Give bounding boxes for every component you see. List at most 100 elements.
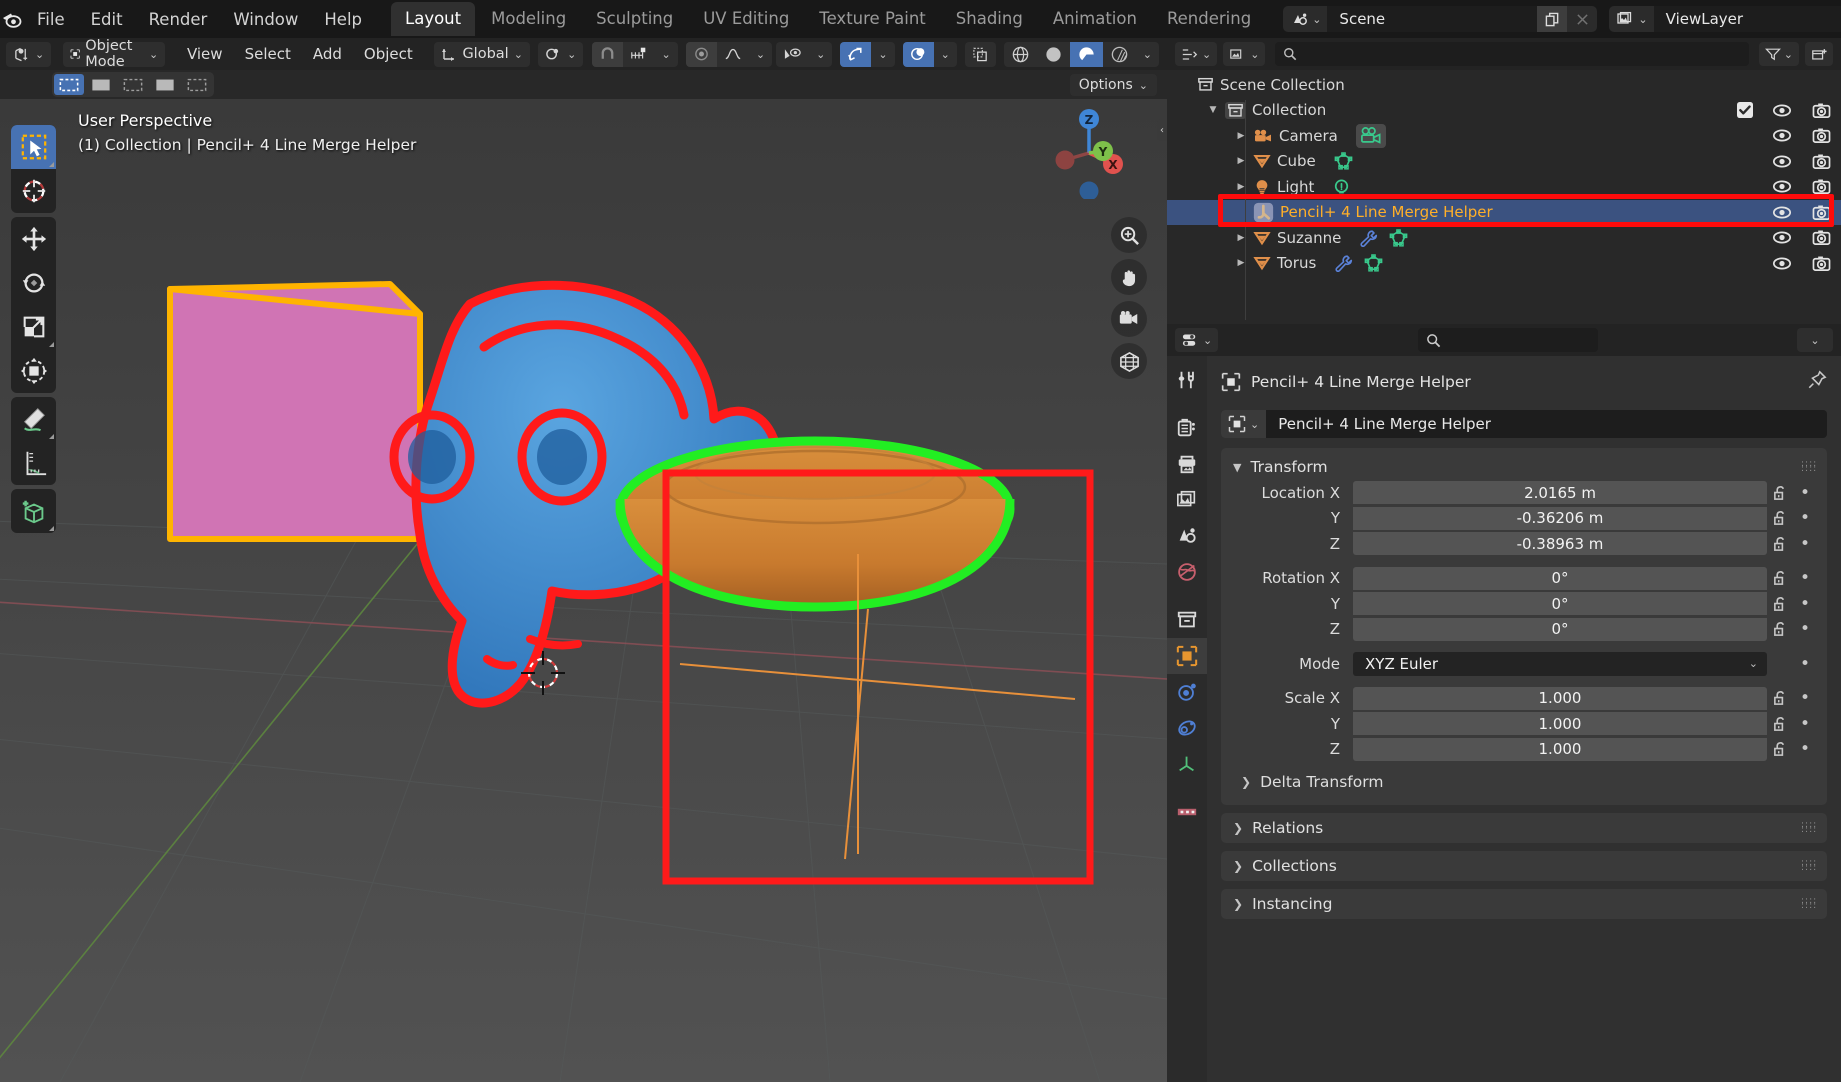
move-icon[interactable] xyxy=(11,217,56,261)
shading-rendered-icon[interactable] xyxy=(1103,42,1136,67)
properties-tab-constraints[interactable] xyxy=(1167,710,1207,746)
transform-row-value[interactable]: -0.36206 m xyxy=(1353,507,1767,530)
viewport-menu-select[interactable]: Select xyxy=(235,45,301,63)
properties-tab-viewlayer[interactable] xyxy=(1167,482,1207,518)
workspace-tab-animation[interactable]: Animation xyxy=(1039,2,1151,36)
transform-orientation-selector[interactable]: Global ⌄ xyxy=(434,42,529,67)
hide-in-viewport-toggle[interactable] xyxy=(1772,205,1792,220)
workspace-tab-texture-paint[interactable]: Texture Paint xyxy=(805,2,939,36)
workspace-tab-modeling[interactable]: Modeling xyxy=(477,2,580,36)
object-name-field[interactable]: ⌄ Pencil+ 4 Line Merge Helper xyxy=(1221,410,1827,438)
outliner-row-torus[interactable]: ▶Torus xyxy=(1167,251,1841,277)
workspace-tab-layout[interactable]: Layout xyxy=(391,2,475,36)
properties-tab-texture[interactable] xyxy=(1167,794,1207,830)
menu-window[interactable]: Window xyxy=(220,6,311,33)
blender-logo-icon[interactable] xyxy=(0,0,24,38)
properties-tab-object-data[interactable] xyxy=(1167,746,1207,782)
collection-checkbox[interactable] xyxy=(1736,101,1754,119)
menu-edit[interactable]: Edit xyxy=(78,6,136,33)
outliner-row-suzanne[interactable]: ▶Suzanne xyxy=(1167,225,1841,251)
transform-row-value[interactable]: 1.000 xyxy=(1353,687,1767,710)
disclosure-triangle-open[interactable]: ▼ xyxy=(1205,105,1221,115)
animate-dot-icon[interactable]: • xyxy=(1793,739,1817,759)
menu-help[interactable]: Help xyxy=(311,6,375,33)
outliner-row-cube[interactable]: ▶Cube xyxy=(1167,149,1841,175)
hide-in-viewport-toggle[interactable] xyxy=(1772,179,1792,194)
tweak-select-box-icon[interactable] xyxy=(11,125,56,169)
hide-in-viewport-toggle[interactable] xyxy=(1772,103,1792,118)
toggle-ortho-icon[interactable] xyxy=(1111,343,1147,379)
select-subtract-icon[interactable] xyxy=(150,74,180,95)
outliner-row-camera[interactable]: ▶Camera xyxy=(1167,123,1841,149)
sidebar-toggle[interactable]: ‹ xyxy=(1157,119,1167,141)
outliner-row-light[interactable]: ▶Light xyxy=(1167,174,1841,200)
falloff-smooth-icon[interactable] xyxy=(717,42,749,67)
transform-icon[interactable] xyxy=(11,349,56,393)
properties-search-input[interactable] xyxy=(1418,328,1598,352)
animate-dot-icon[interactable]: • xyxy=(1793,619,1817,639)
instancing-panel[interactable]: ❯ Instancing :::: :::: xyxy=(1221,889,1827,919)
add-cube-icon[interactable] xyxy=(11,489,56,533)
viewlayer-browse-icon[interactable]: ⌄ xyxy=(1609,6,1653,32)
unlock-icon[interactable] xyxy=(1767,570,1793,586)
workspace-tab-rendering[interactable]: Rendering xyxy=(1153,2,1265,36)
editor-type-3dview-icon[interactable]: ⌄ xyxy=(6,42,51,67)
object-id-icon[interactable]: ⌄ xyxy=(1221,410,1266,438)
properties-editor-icon[interactable]: ⌄ xyxy=(1175,328,1218,352)
transform-row-value[interactable]: 1.000 xyxy=(1353,712,1767,735)
rotate-icon[interactable] xyxy=(11,261,56,305)
viewport-menu-view[interactable]: View xyxy=(177,45,233,63)
animate-dot-icon[interactable]: • xyxy=(1793,534,1817,554)
properties-tab-render[interactable] xyxy=(1167,410,1207,446)
falloff-dropdown[interactable]: ⌄ xyxy=(749,42,772,67)
disable-in-render-toggle[interactable] xyxy=(1812,127,1831,144)
workspace-tab-shading[interactable]: Shading xyxy=(942,2,1037,36)
outliner-filter-type-icon[interactable]: ⌄ xyxy=(1223,42,1265,66)
hide-in-viewport-toggle[interactable] xyxy=(1772,256,1792,271)
zoom-icon[interactable] xyxy=(1111,217,1147,253)
unlock-icon[interactable] xyxy=(1767,536,1793,552)
disable-in-render-toggle[interactable] xyxy=(1812,178,1831,195)
proportional-edit-icon[interactable] xyxy=(686,42,717,67)
unlock-icon[interactable] xyxy=(1767,690,1793,706)
modifier-icon[interactable] xyxy=(1334,254,1354,272)
relations-panel[interactable]: ❯ Relations :::: :::: xyxy=(1221,813,1827,843)
outliner-row-pencil-4-line-merge-helper[interactable]: Pencil+ 4 Line Merge Helper xyxy=(1167,200,1841,226)
viewport-menu-add[interactable]: Add xyxy=(303,45,352,63)
delta-transform-subpanel[interactable]: ❯ Delta Transform xyxy=(1221,768,1827,795)
properties-tab-scene[interactable] xyxy=(1167,518,1207,554)
disclosure-triangle-closed[interactable]: ▶ xyxy=(1233,156,1249,166)
animate-dot-icon[interactable]: • xyxy=(1793,508,1817,528)
mode-selector[interactable]: Object Mode ⌄ xyxy=(63,42,165,67)
animate-dot-icon[interactable]: • xyxy=(1793,688,1817,708)
properties-tab-world[interactable] xyxy=(1167,554,1207,590)
outliner-new-collection-button[interactable] xyxy=(1805,42,1833,66)
modifier-icon[interactable] xyxy=(1359,229,1379,247)
viewport-menu-object[interactable]: Object xyxy=(354,45,423,63)
overlays-icon[interactable] xyxy=(903,42,934,67)
collections-panel[interactable]: ❯ Collections :::: :::: xyxy=(1221,851,1827,881)
animate-dot-icon[interactable]: • xyxy=(1793,568,1817,588)
snap-increment-icon[interactable] xyxy=(623,42,655,67)
disable-in-render-toggle[interactable] xyxy=(1812,153,1831,170)
menu-file[interactable]: File xyxy=(24,6,78,33)
gizmo-dropdown[interactable]: ⌄ xyxy=(871,42,894,67)
transform-row-value[interactable]: 0° xyxy=(1353,567,1767,590)
shading-wireframe-icon[interactable] xyxy=(1004,42,1037,67)
camera-data-icon[interactable] xyxy=(1356,124,1386,148)
snap-dropdown[interactable]: ⌄ xyxy=(655,42,678,67)
outliner-filter-button[interactable]: ⌄ xyxy=(1759,42,1799,66)
properties-tab-physics[interactable] xyxy=(1167,674,1207,710)
transform-row-value[interactable]: 1.000 xyxy=(1353,738,1767,761)
workspace-tab-sculpting[interactable]: Sculpting xyxy=(582,2,687,36)
mesh-data-icon[interactable] xyxy=(1334,152,1353,170)
light-data-icon[interactable] xyxy=(1332,178,1351,196)
select-box-icon[interactable] xyxy=(54,74,84,95)
disclosure-triangle-closed[interactable]: ▶ xyxy=(1233,131,1249,141)
visibility-dropdown[interactable]: ⌄ xyxy=(809,42,832,67)
disable-in-render-toggle[interactable] xyxy=(1812,229,1831,246)
hide-in-viewport-toggle[interactable] xyxy=(1772,154,1792,169)
scene-browse-icon[interactable]: ⌄ xyxy=(1283,6,1327,32)
cursor-icon[interactable] xyxy=(11,169,56,213)
pivot-point-icon[interactable]: ⌄ xyxy=(538,42,583,67)
